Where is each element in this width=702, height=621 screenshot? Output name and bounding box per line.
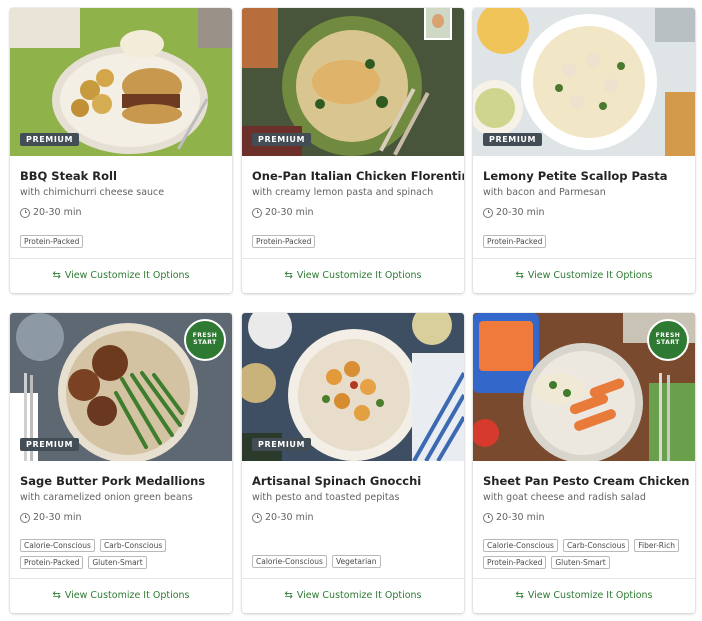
- recipe-subtitle: with creamy lemon pasta and spinach: [252, 187, 434, 198]
- premium-badge: PREMIUM: [252, 438, 312, 451]
- clock-icon: [483, 207, 493, 218]
- cook-time: 20-30 min: [252, 512, 454, 523]
- view-customize-options-button[interactable]: ⇆ View Customize It Options: [473, 580, 695, 610]
- view-customize-options-button[interactable]: ⇆ View Customize It Options: [242, 580, 464, 610]
- customize-label: View Customize It Options: [296, 589, 422, 601]
- view-customize-options-button[interactable]: ⇆ View Customize It Options: [242, 260, 464, 290]
- tag: Carb-Conscious: [99, 539, 167, 552]
- cook-time-text: 20-30 min: [33, 512, 82, 523]
- recipe-photo[interactable]: FRESH START PREMIUM: [10, 313, 232, 461]
- cook-time-text: 20-30 min: [496, 207, 545, 218]
- swap-arrows-icon: ⇆: [515, 269, 524, 281]
- divider: [473, 258, 695, 259]
- recipe-photo[interactable]: FRESH START: [473, 313, 695, 461]
- recipe-subtitle: with chimichurri cheese sauce: [20, 187, 165, 198]
- premium-badge: PREMIUM: [20, 133, 80, 146]
- cook-time: 20-30 min: [483, 207, 685, 218]
- tag: Carb-Conscious: [562, 539, 630, 552]
- divider: [10, 258, 232, 259]
- tag: Fiber-Rich: [634, 539, 679, 552]
- tag-list: Protein-Packed: [20, 235, 226, 248]
- recipe-card[interactable]: FRESH START Sheet Pan Pesto Cream Chicke…: [473, 313, 695, 613]
- customize-label: View Customize It Options: [64, 589, 190, 601]
- customize-label: View Customize It Options: [527, 269, 653, 281]
- tag: Protein-Packed: [252, 235, 316, 248]
- divider: [10, 578, 232, 579]
- tag: Protein-Packed: [20, 235, 84, 248]
- clock-icon: [483, 512, 493, 523]
- divider: [473, 578, 695, 579]
- cook-time-text: 20-30 min: [496, 512, 545, 523]
- view-customize-options-button[interactable]: ⇆ View Customize It Options: [10, 580, 232, 610]
- swap-arrows-icon: ⇆: [52, 269, 61, 281]
- fresh-start-badge: FRESH START: [647, 319, 689, 361]
- divider: [242, 578, 464, 579]
- premium-badge: PREMIUM: [483, 133, 543, 146]
- tag: Calorie-Conscious: [483, 539, 558, 552]
- recipe-title[interactable]: Sage Butter Pork Medallions: [20, 474, 222, 488]
- recipe-photo[interactable]: PREMIUM: [473, 8, 695, 156]
- recipe-card[interactable]: PREMIUM BBQ Steak Roll with chimichurri …: [10, 8, 232, 293]
- cook-time: 20-30 min: [20, 512, 222, 523]
- tag: Vegetarian: [331, 555, 381, 568]
- clock-icon: [252, 512, 262, 523]
- tag: Calorie-Conscious: [20, 539, 95, 552]
- tag: Calorie-Conscious: [252, 555, 327, 568]
- clock-icon: [20, 512, 30, 523]
- recipe-card[interactable]: FRESH START PREMIUM Sage Butter Pork Med…: [10, 313, 232, 613]
- recipe-title[interactable]: Artisanal Spinach Gnocchi: [252, 474, 454, 488]
- cook-time-text: 20-30 min: [265, 512, 314, 523]
- recipe-photo[interactable]: PREMIUM: [242, 313, 464, 461]
- swap-arrows-icon: ⇆: [52, 589, 61, 601]
- premium-badge: PREMIUM: [20, 438, 80, 451]
- swap-arrows-icon: ⇆: [284, 589, 293, 601]
- customize-label: View Customize It Options: [527, 589, 653, 601]
- recipe-title[interactable]: Sheet Pan Pesto Cream Chicken: [483, 474, 689, 488]
- tag: Protein-Packed: [20, 556, 84, 569]
- tag: Protein-Packed: [483, 235, 547, 248]
- tag-list: Calorie-Conscious Carb-Conscious Protein…: [20, 539, 226, 569]
- swap-arrows-icon: ⇆: [284, 269, 293, 281]
- swap-arrows-icon: ⇆: [515, 589, 524, 601]
- recipe-title[interactable]: BBQ Steak Roll: [20, 169, 222, 183]
- recipe-title[interactable]: Lemony Petite Scallop Pasta: [483, 169, 685, 183]
- recipe-title[interactable]: One-Pan Italian Chicken Florentine: [252, 169, 464, 183]
- view-customize-options-button[interactable]: ⇆ View Customize It Options: [10, 260, 232, 290]
- recipe-subtitle: with goat cheese and radish salad: [483, 492, 646, 503]
- recipe-card[interactable]: PREMIUM Artisanal Spinach Gnocchi with p…: [242, 313, 464, 613]
- cook-time: 20-30 min: [483, 512, 685, 523]
- recipe-photo[interactable]: PREMIUM: [10, 8, 232, 156]
- tag-list: Protein-Packed: [252, 235, 458, 248]
- view-customize-options-button[interactable]: ⇆ View Customize It Options: [473, 260, 695, 290]
- fresh-start-badge: FRESH START: [184, 319, 226, 361]
- customize-label: View Customize It Options: [64, 269, 190, 281]
- tag: Gluten-Smart: [551, 556, 610, 569]
- premium-badge: PREMIUM: [252, 133, 312, 146]
- customize-label: View Customize It Options: [296, 269, 422, 281]
- tag-list: Calorie-Conscious Carb-Conscious Fiber-R…: [483, 539, 689, 569]
- recipe-card[interactable]: PREMIUM Lemony Petite Scallop Pasta with…: [473, 8, 695, 293]
- avatar: [424, 8, 452, 40]
- clock-icon: [252, 207, 262, 218]
- recipe-photo[interactable]: PREMIUM: [242, 8, 464, 156]
- tag-list: Protein-Packed: [483, 235, 689, 248]
- cook-time: 20-30 min: [20, 207, 222, 218]
- cook-time-text: 20-30 min: [265, 207, 314, 218]
- recipe-subtitle: with pesto and toasted pepitas: [252, 492, 400, 503]
- cook-time: 20-30 min: [252, 207, 454, 218]
- tag: Gluten-Smart: [88, 556, 147, 569]
- recipe-card[interactable]: PREMIUM One-Pan Italian Chicken Florenti…: [242, 8, 464, 293]
- recipe-subtitle: with caramelized onion green beans: [20, 492, 193, 503]
- recipe-grid: PREMIUM BBQ Steak Roll with chimichurri …: [0, 0, 702, 621]
- divider: [242, 258, 464, 259]
- cook-time-text: 20-30 min: [33, 207, 82, 218]
- recipe-subtitle: with bacon and Parmesan: [483, 187, 606, 198]
- tag: Protein-Packed: [483, 556, 547, 569]
- clock-icon: [20, 207, 30, 218]
- tag-list: Calorie-Conscious Vegetarian: [252, 555, 458, 568]
